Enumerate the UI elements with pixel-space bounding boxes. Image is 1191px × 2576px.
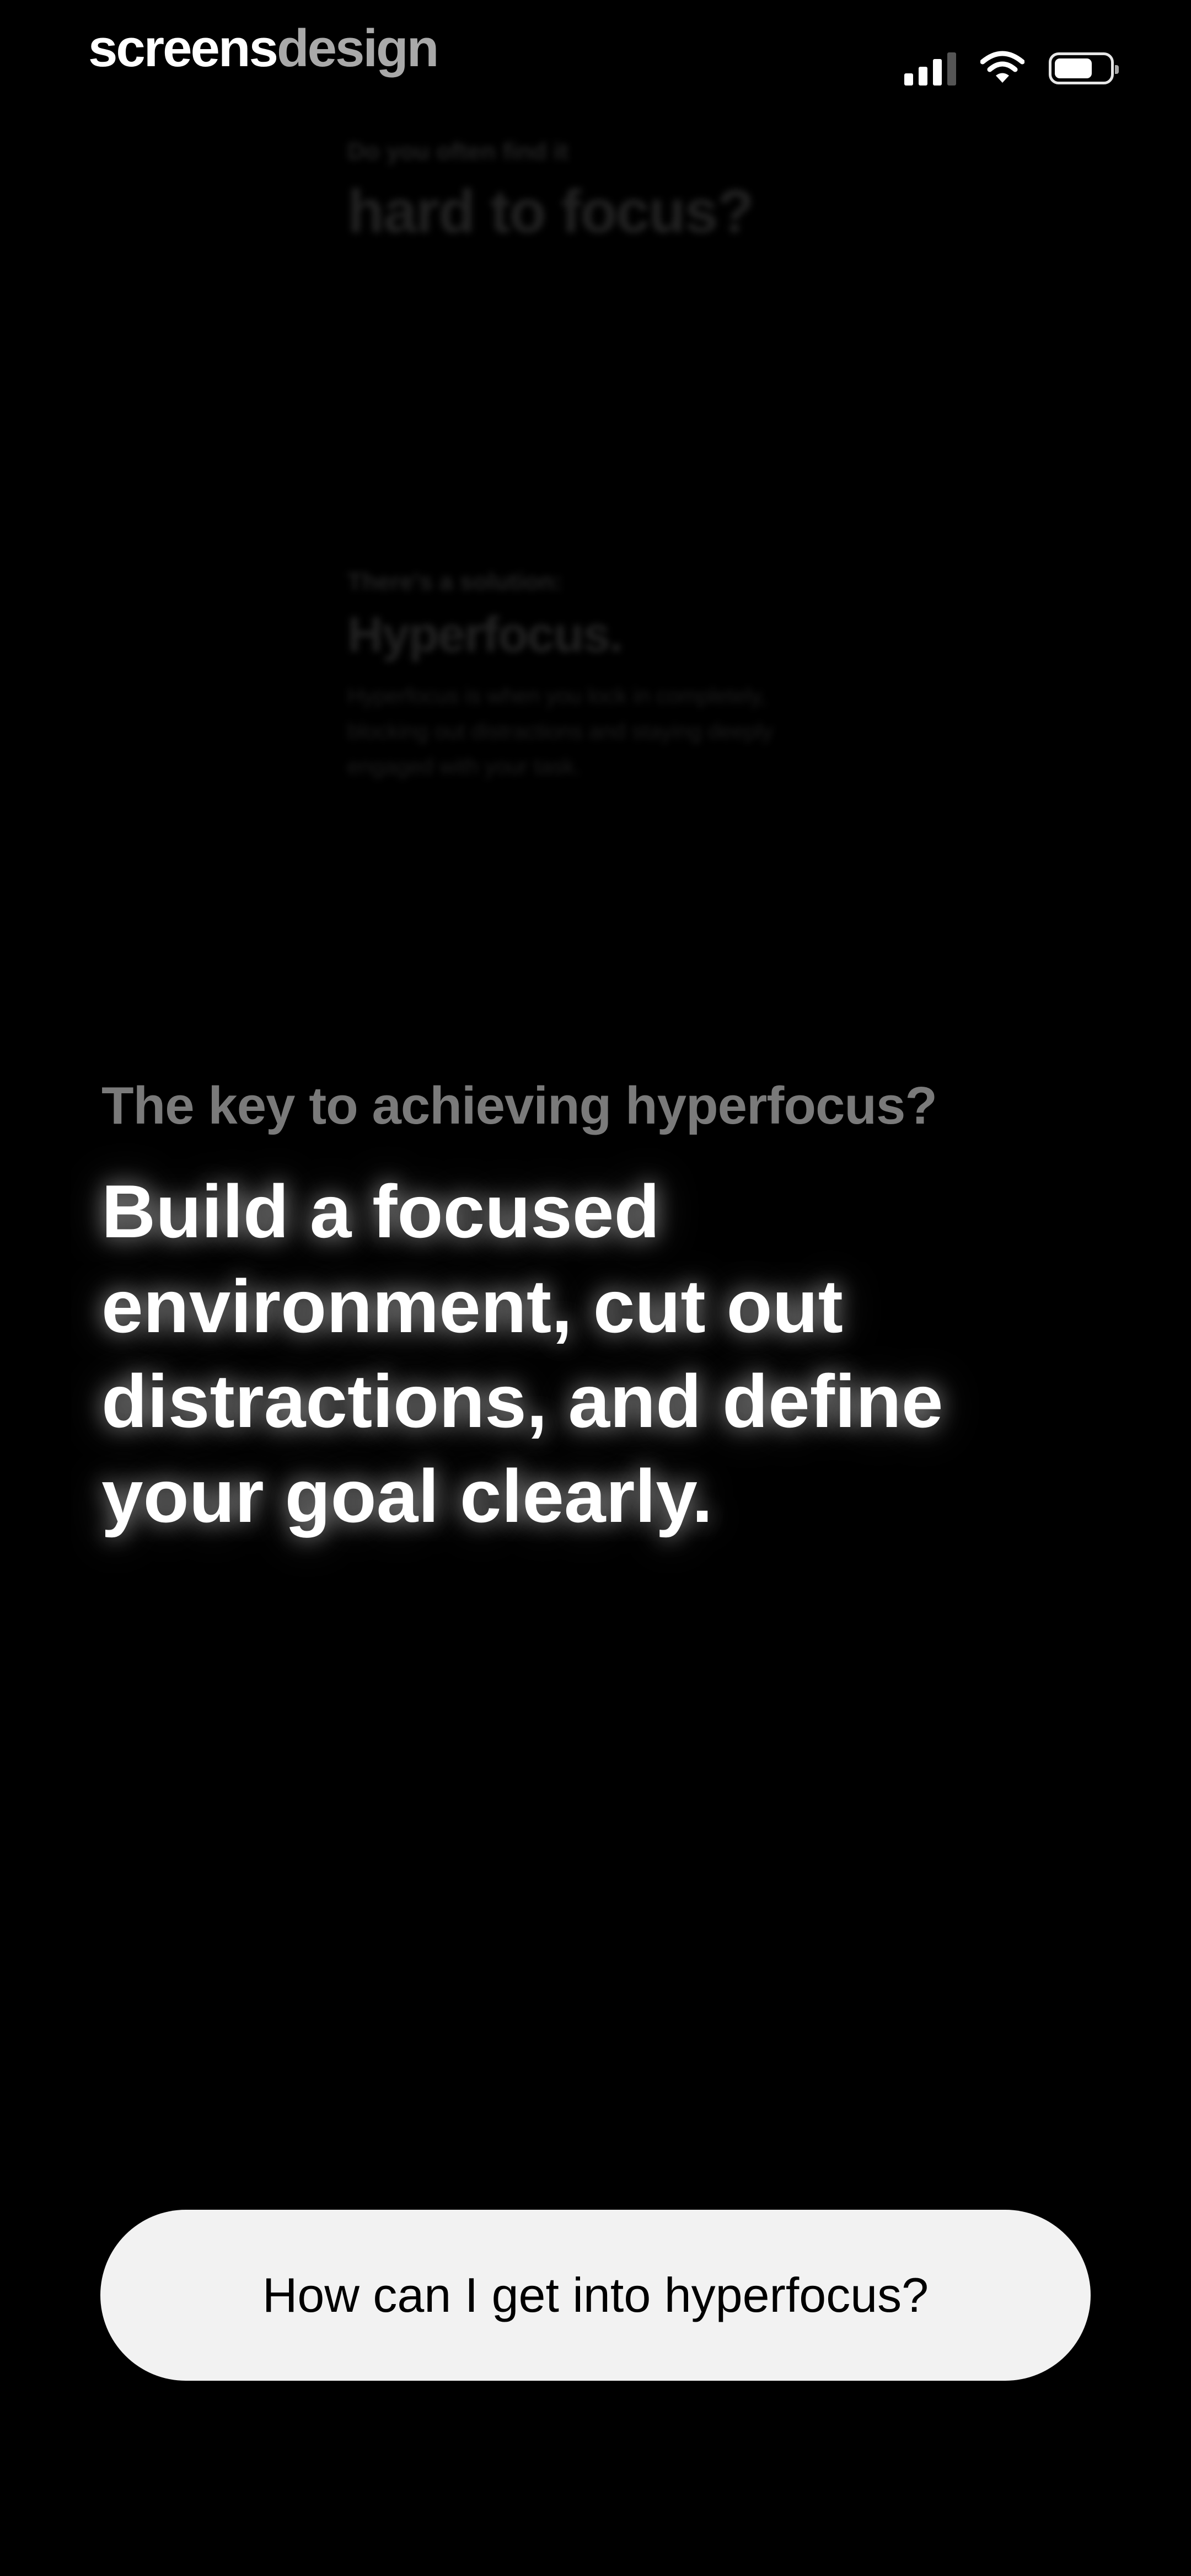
faded-question-large: hard to focus? — [347, 178, 754, 245]
brand-part-2: design — [276, 19, 439, 78]
faded-answer-large: Hyperfocus. — [347, 607, 623, 662]
faded-question-small: Do you often find it — [347, 138, 568, 165]
wifi-icon — [980, 50, 1025, 87]
intro-question: The key to achieving hyperfocus? — [101, 1076, 937, 1135]
brand-part-1: screens — [88, 19, 278, 78]
faded-answer-small: There's a solution: — [347, 568, 562, 595]
brand-logo: screensdesign — [88, 19, 439, 78]
faded-answer-body: Hyperfocus is when you lock in completel… — [347, 684, 773, 779]
cellular-signal-icon — [904, 51, 956, 85]
battery-icon — [1049, 52, 1119, 84]
hyperfocus-cta-button[interactable]: How can I get into hyperfocus? — [100, 2210, 1091, 2381]
headline: Build a focused environment, cut out dis… — [101, 1169, 943, 1538]
status-bar — [904, 50, 1119, 87]
